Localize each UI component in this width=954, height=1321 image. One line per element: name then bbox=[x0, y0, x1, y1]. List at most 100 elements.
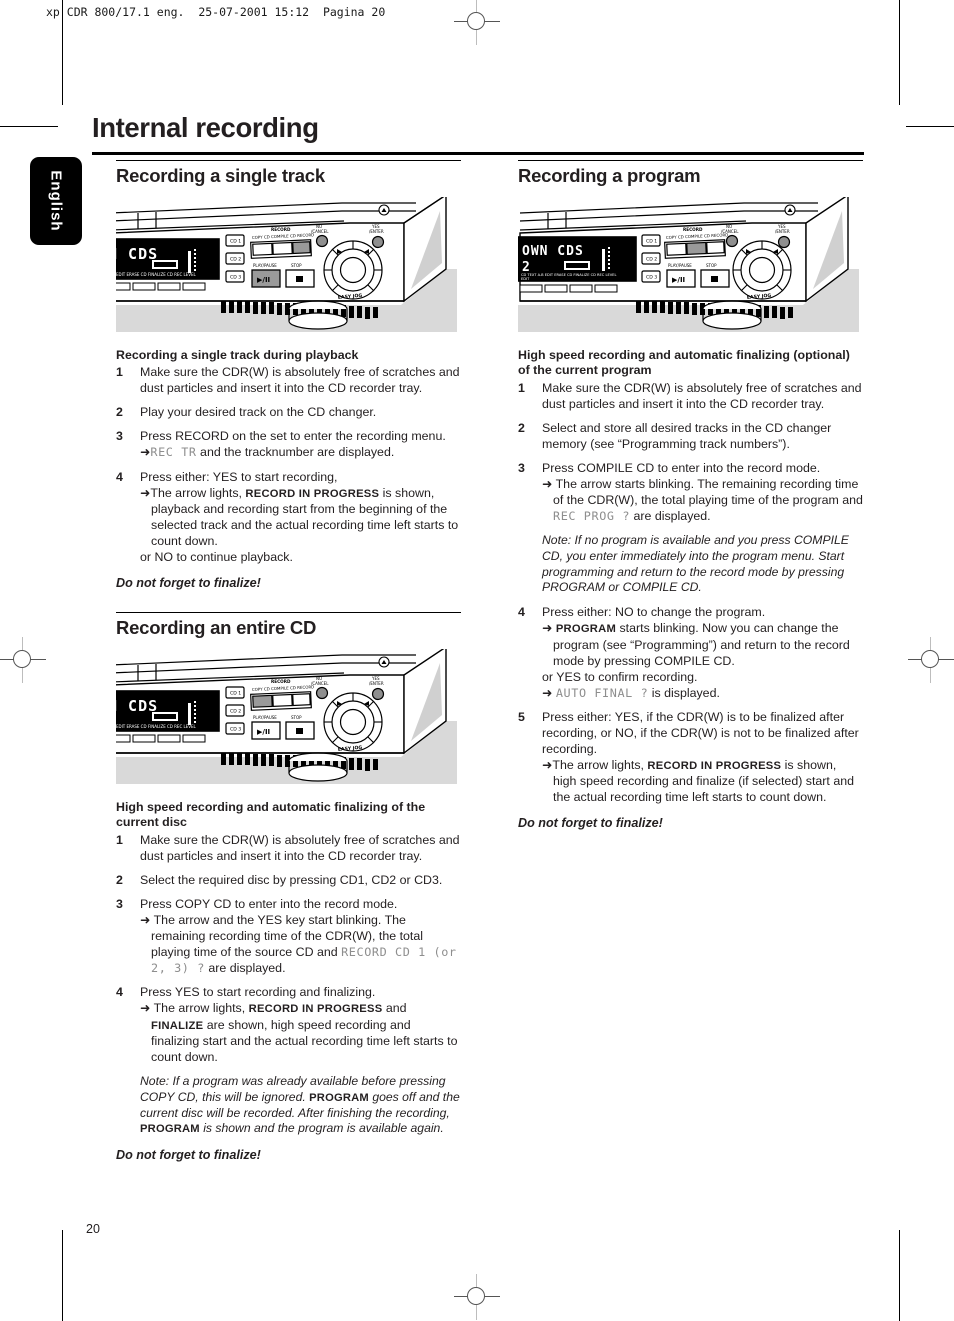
step-number: 2 bbox=[116, 872, 123, 887]
crop-mark-top-left-horizontal bbox=[0, 126, 58, 127]
right-column: Recording a program OWN CDS 2 CD TEXT A-… bbox=[518, 160, 863, 830]
svg-text:/CANCEL: /CANCEL bbox=[721, 229, 739, 234]
finalize-reminder: Do not forget to finalize! bbox=[116, 1148, 261, 1163]
subsection-heading: High speed recording and automatic final… bbox=[116, 800, 461, 831]
indicator-label: RECORD IN PROGRESS bbox=[248, 1003, 383, 1016]
step: 4 Press YES to start recording and final… bbox=[116, 984, 461, 1065]
step-number: 5 bbox=[518, 709, 525, 724]
svg-text:N CDS: N CDS bbox=[116, 697, 158, 715]
result-line: ➜ PROGRAM starts blinking. Now you can c… bbox=[542, 620, 863, 668]
indicator-label: PROGRAM bbox=[555, 623, 617, 636]
subsection-heading-line: High speed recording and automatic final… bbox=[116, 799, 426, 814]
title-divider bbox=[92, 152, 864, 155]
result-text: is displayed. bbox=[648, 685, 720, 700]
svg-text:▶/II: ▶/II bbox=[257, 276, 270, 284]
note-copy-cd: Note: If a program was already available… bbox=[116, 1074, 461, 1137]
step: 5 Press either: YES, if the CDR(W) is to… bbox=[518, 709, 863, 805]
step-text: Press either: YES, if the CDR(W) is to b… bbox=[542, 709, 863, 805]
step: 4 Press either: YES to start recording, … bbox=[116, 469, 461, 565]
step: 2 Select and store all desired tracks in… bbox=[518, 420, 863, 452]
result-text: The arrow lights, bbox=[150, 485, 246, 500]
svg-text:A-B EDIT ERASE CD FINALIZE: A-B EDIT ERASE CD FINALIZE CD REC LEVEL bbox=[116, 724, 197, 729]
step-text: Make sure the CDR(W) is absolutely free … bbox=[542, 380, 863, 412]
svg-text:RECORD: RECORD bbox=[683, 227, 703, 232]
step-number: 1 bbox=[116, 832, 123, 847]
step: 3 Press COMPILE CD to enter into the rec… bbox=[518, 460, 863, 524]
step-number: 1 bbox=[518, 380, 525, 395]
step-line: Press either: bbox=[140, 469, 210, 484]
result-line: ➜REC TR and the tracknumber are displaye… bbox=[140, 444, 461, 460]
step-number: 4 bbox=[518, 605, 525, 620]
page-number: 20 bbox=[86, 1222, 100, 1236]
step: 1 Make sure the CDR(W) is absolutely fre… bbox=[116, 364, 461, 396]
arrow-glyph: ➜ bbox=[140, 1000, 151, 1016]
subsection-heading-line: current disc bbox=[116, 815, 187, 830]
svg-text:▶/II: ▶/II bbox=[672, 276, 685, 284]
step: 2 Select the required disc by pressing C… bbox=[116, 872, 461, 888]
step-line: Press either: bbox=[542, 605, 612, 620]
step-text: Press COPY CD to enter into the record m… bbox=[140, 896, 461, 976]
arrow-glyph: ➜ bbox=[140, 911, 151, 927]
step: 1 Make sure the CDR(W) is absolutely fre… bbox=[116, 832, 461, 864]
subsection-heading-line: High speed recording and automatic final… bbox=[518, 347, 790, 362]
subsection-heading: Recording a single track during playback bbox=[116, 347, 359, 362]
svg-text:▶/II: ▶/II bbox=[257, 728, 270, 736]
svg-text:CD TEXT A-B EDIT ERASE CD: CD TEXT A-B EDIT ERASE CD FINALIZE CD RE… bbox=[521, 273, 616, 277]
svg-text:CD 2: CD 2 bbox=[646, 256, 657, 262]
svg-text:/CANCEL: /CANCEL bbox=[311, 681, 329, 686]
step-text: Press either: NO to change the program. … bbox=[542, 604, 863, 701]
section-recording-single-track: Recording a single track CDS A-B EDIT ER… bbox=[116, 160, 461, 590]
language-tab-label: English bbox=[47, 170, 65, 232]
svg-text:A-B EDIT ERASE CD FINALIZE: A-B EDIT ERASE CD FINALIZE CD REC LEVEL bbox=[116, 272, 197, 277]
indicator-label: FINALIZE bbox=[151, 1019, 204, 1032]
print-slug: xp CDR 800/17.1 eng. 25-07-2001 15:12 Pa… bbox=[46, 5, 386, 19]
step-text: Press COMPILE CD to enter into the recor… bbox=[542, 460, 863, 524]
result-text: and bbox=[382, 1001, 407, 1016]
indicator-label: PROGRAM bbox=[140, 1123, 200, 1136]
svg-text:N CDS: N CDS bbox=[116, 245, 158, 263]
crop-mark-right-vertical bbox=[899, 0, 900, 105]
step-line: particles and insert it into the CD reco… bbox=[166, 381, 423, 396]
indicator-label: RECORD IN PROGRESS bbox=[647, 759, 782, 772]
section-recording-a-program: Recording a program OWN CDS 2 CD TEXT A-… bbox=[518, 160, 863, 830]
section-heading: Recording an entire CD bbox=[116, 617, 317, 639]
svg-text:CD 2: CD 2 bbox=[230, 708, 241, 714]
svg-text:RECORD: RECORD bbox=[271, 227, 291, 232]
step-text: Make sure the CDR(W) is absolutely free … bbox=[140, 364, 461, 396]
language-tab: English bbox=[30, 157, 82, 245]
arrow-glyph: ➜ bbox=[542, 475, 553, 491]
svg-text:PLAY/PAUSE: PLAY/PAUSE bbox=[668, 263, 692, 268]
step: 3 Press RECORD on the set to enter the r… bbox=[116, 428, 461, 460]
crop-mark-bottom-left-vertical bbox=[62, 1230, 63, 1321]
section-recording-entire-cd: Recording an entire CD N CDS bbox=[116, 612, 461, 1162]
step-line: or bbox=[600, 725, 612, 740]
result-text: are displayed. bbox=[630, 508, 711, 523]
svg-text:CD 2: CD 2 bbox=[230, 256, 241, 262]
section-heading: Recording a program bbox=[518, 165, 701, 187]
subsection-heading: High speed recording and automatic final… bbox=[518, 348, 863, 379]
step-number: 1 bbox=[116, 365, 123, 380]
step-text: Press YES to start recording and finaliz… bbox=[140, 984, 461, 1065]
registration-mark-bottom bbox=[454, 1274, 500, 1320]
step: 1 Make sure the CDR(W) is absolutely fre… bbox=[518, 380, 863, 412]
lcd-readout: REC PROG ? bbox=[553, 508, 631, 523]
step-text: Press either: YES to start recording, ➜T… bbox=[140, 469, 461, 565]
step-text: Make sure the CDR(W) is absolutely free … bbox=[140, 832, 461, 864]
step-text: Select and store all desired tracks in t… bbox=[542, 420, 863, 452]
step-number: 3 bbox=[518, 460, 525, 475]
step-number: 3 bbox=[116, 896, 123, 911]
svg-text:CD 1: CD 1 bbox=[230, 238, 241, 244]
step-number: 2 bbox=[518, 420, 525, 435]
step-number: 4 bbox=[116, 985, 123, 1000]
step-line: or bbox=[140, 550, 152, 564]
step: 3 Press COPY CD to enter into the record… bbox=[116, 896, 461, 976]
step: 2 Play your desired track on the CD chan… bbox=[116, 404, 461, 420]
step-number: 4 bbox=[116, 469, 123, 484]
device-illustration-program: OWN CDS 2 CD TEXT A-B EDIT ERASE CD FINA… bbox=[518, 196, 859, 332]
registration-mark-top bbox=[454, 0, 500, 45]
step-line: YES to start recording, bbox=[212, 469, 338, 484]
finalize-reminder: Do not forget to finalize! bbox=[116, 576, 261, 590]
result-line: ➜The arrow lights, RECORD IN PROGRESS is… bbox=[542, 757, 863, 805]
crop-mark-top-right-horizontal bbox=[906, 126, 954, 127]
result-line: ➜The arrow lights, RECORD IN PROGRESS is… bbox=[140, 485, 461, 549]
